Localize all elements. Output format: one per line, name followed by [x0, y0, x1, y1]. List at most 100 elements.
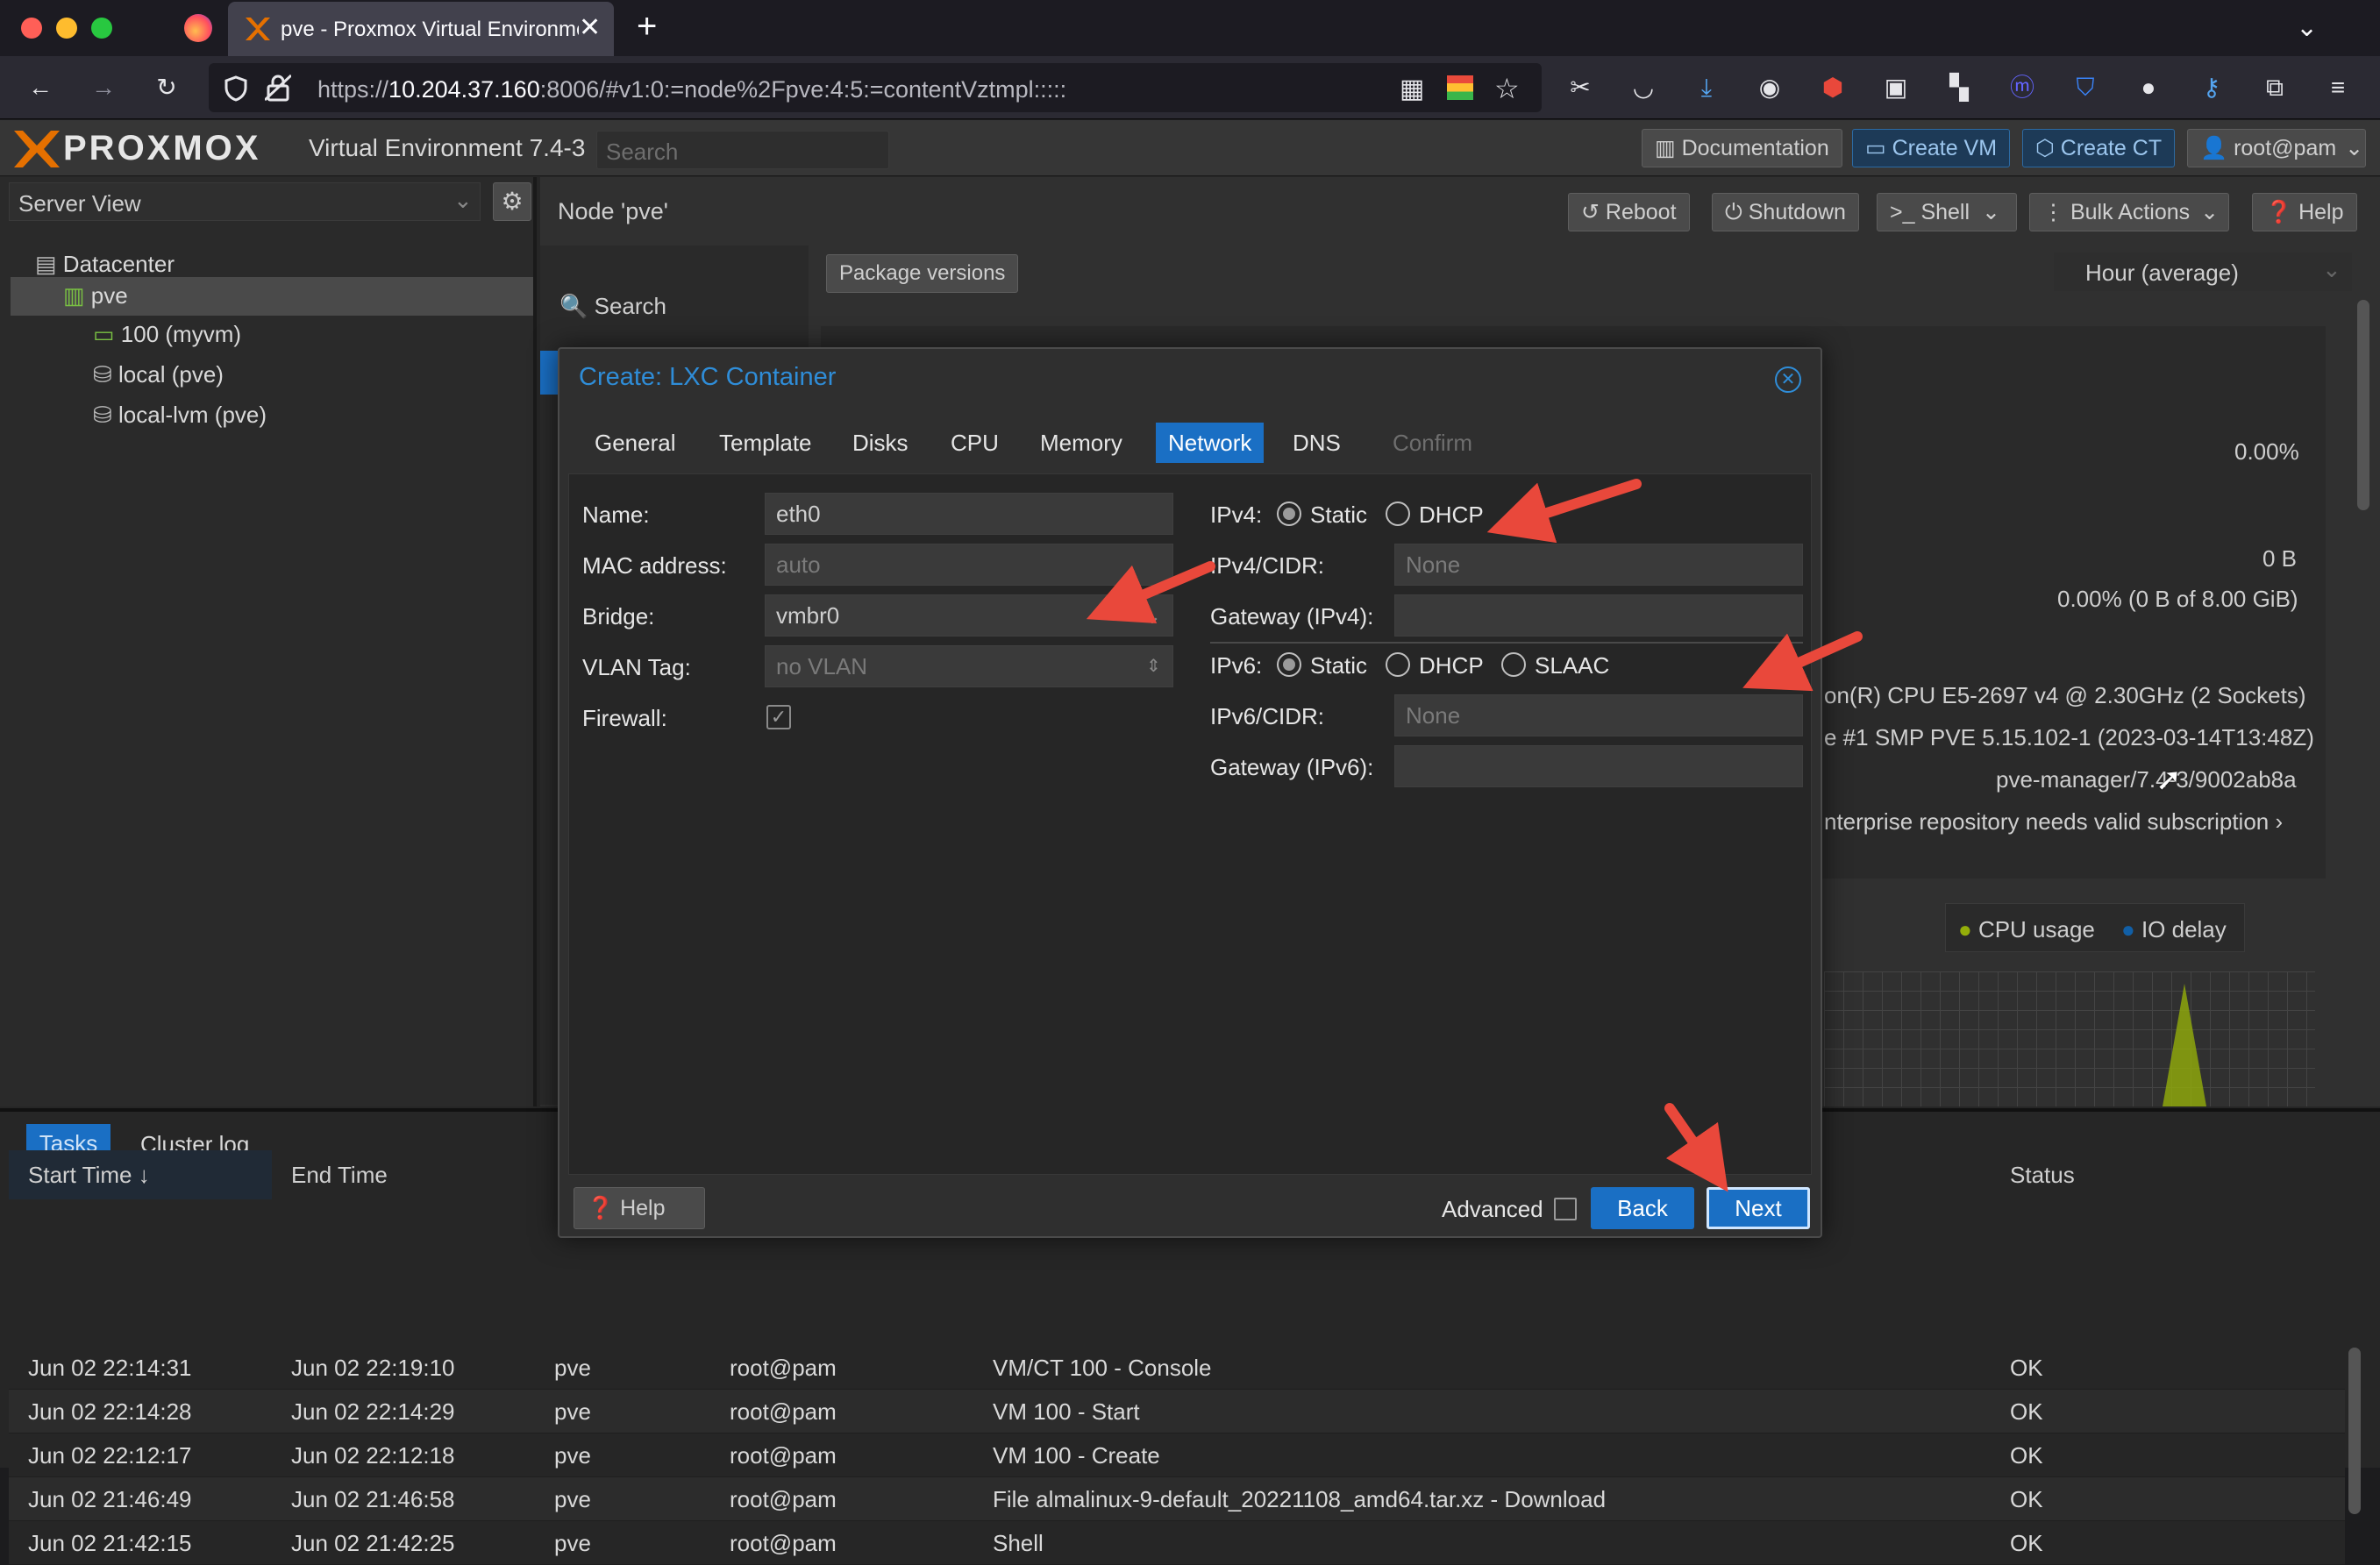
bitwarden-icon[interactable]: ⛉	[2071, 74, 2099, 102]
ipv6-dhcp-radio[interactable]	[1386, 652, 1410, 677]
col-start-time[interactable]: Start Time ↓	[28, 1150, 150, 1199]
extension-globe-icon[interactable]: ◉	[1756, 74, 1784, 102]
shutdown-button[interactable]: ⏻ Shutdown	[1712, 193, 1859, 231]
mastodon-icon[interactable]: ⓜ	[2008, 74, 2036, 102]
tab-confirm[interactable]: Confirm	[1380, 423, 1485, 463]
extensions-grid-icon[interactable]: ▦	[1400, 74, 1424, 104]
tab-disks[interactable]: Disks	[840, 423, 921, 463]
task-row[interactable]: Jun 02 22:14:31 Jun 02 22:19:10 pve root@pa…	[9, 1346, 2345, 1390]
create-ct-button[interactable]: ⬡ Create CT	[2022, 129, 2176, 167]
reader-stack-icon[interactable]	[1447, 75, 1473, 100]
maximize-window-icon[interactable]	[91, 18, 112, 39]
legend-cpu[interactable]: ● CPU usage	[1958, 916, 2095, 943]
firewall-checkbox[interactable]: ✓	[766, 705, 791, 729]
node-menu-search-label: Search	[594, 293, 666, 319]
legend-io[interactable]: ● IO delay	[2121, 916, 2227, 943]
task-row[interactable]: Jun 02 22:12:17 Jun 02 22:12:18 pve root@pa…	[9, 1433, 2345, 1477]
ipv4-static-radio[interactable]	[1277, 502, 1301, 526]
back-button[interactable]: Back	[1591, 1187, 1694, 1229]
ipv6-label: IPv6:	[1210, 652, 1263, 679]
tab-general[interactable]: General	[582, 423, 688, 463]
next-button[interactable]: Next	[1707, 1187, 1810, 1229]
ipv4-static-label: Static	[1310, 502, 1368, 528]
gateway-ipv6-input[interactable]	[1394, 745, 1803, 787]
name-input[interactable]: eth0	[765, 493, 1173, 535]
back-icon[interactable]: ←	[26, 74, 54, 102]
spinner-arrows-icon[interactable]: ⇕	[1146, 646, 1161, 686]
ublock-icon[interactable]: ⬢	[1819, 74, 1847, 102]
tab-network[interactable]: Network	[1156, 423, 1265, 463]
chevron-down-icon: ⌄	[2200, 200, 2220, 224]
extensions-puzzle-icon[interactable]: ⧉	[2261, 74, 2289, 102]
user-menu-button[interactable]: 👤 root@pam ⌄	[2187, 129, 2366, 167]
ipv4-cidr-input[interactable]: None	[1394, 544, 1803, 586]
task-row[interactable]: Jun 02 21:46:49 Jun 02 21:46:58 pve root@pa…	[9, 1477, 2345, 1521]
ipv6-static-radio[interactable]	[1277, 652, 1301, 677]
bridge-select[interactable]: vmbr0 ⌄	[765, 594, 1173, 637]
tab-dns[interactable]: DNS	[1280, 423, 1353, 463]
col-status[interactable]: Status	[2010, 1150, 2075, 1199]
menu-hamburger-icon[interactable]: ≡	[2324, 74, 2352, 102]
timeframe-select[interactable]: Hour (average) ⌄	[2054, 253, 2352, 291]
minimize-window-icon[interactable]	[56, 18, 77, 39]
reboot-icon: ↺	[1581, 200, 1606, 224]
gear-icon[interactable]: ⚙	[493, 182, 531, 221]
pocket-icon[interactable]: ◡	[1629, 74, 1657, 102]
close-tab-icon[interactable]: ✕	[579, 12, 601, 43]
lock-warning-icon[interactable]	[265, 74, 291, 102]
tree-item-pve[interactable]: ▥ pve	[63, 282, 128, 309]
repo-status[interactable]: nterprise repository needs valid subscri…	[1824, 808, 2283, 836]
extension-puzzle-grid-icon[interactable]: ▚	[1945, 74, 1973, 102]
help-button[interactable]: ❓ Help	[2252, 193, 2357, 231]
shield-icon[interactable]	[224, 75, 247, 102]
extension-image-icon[interactable]: ▣	[1882, 74, 1910, 102]
tree-item-local-lvm[interactable]: ⛁ local-lvm (pve)	[93, 402, 267, 429]
vlan-tag-spinner[interactable]: no VLAN ⇕	[765, 645, 1173, 687]
cpu-model-value: on(R) CPU E5-2697 v4 @ 2.30GHz (2 Socket…	[1824, 682, 2306, 708]
extension-chat-icon[interactable]: ●	[2134, 74, 2163, 102]
extension-key-icon[interactable]: ⚷	[2198, 74, 2226, 102]
tree-item-label: pve	[90, 282, 128, 309]
tab-cpu[interactable]: CPU	[938, 423, 1011, 463]
tree-item-datacenter[interactable]: ▤ Datacenter	[35, 251, 175, 278]
col-end-time[interactable]: End Time	[291, 1150, 388, 1199]
ipv6-slaac-radio[interactable]	[1501, 652, 1526, 677]
package-versions-button[interactable]: Package versions	[826, 254, 1019, 293]
new-tab-icon[interactable]: +	[637, 7, 657, 46]
bookmark-star-icon[interactable]: ☆	[1494, 72, 1520, 105]
reboot-button[interactable]: ↺ Reboot	[1568, 193, 1690, 231]
main-scrollbar[interactable]	[2357, 300, 2369, 510]
dialog-help-button[interactable]: ❓ Help	[574, 1187, 705, 1229]
create-vm-button[interactable]: ▭ Create VM	[1852, 129, 2011, 167]
forward-icon[interactable]: →	[89, 74, 118, 102]
list-tabs-icon[interactable]: ⌄	[2296, 12, 2318, 43]
tree-item-vm[interactable]: ▭ 100 (myvm)	[93, 321, 241, 348]
task-row[interactable]: Jun 02 21:42:15 Jun 02 21:42:25 pve root@pa…	[9, 1521, 2345, 1565]
view-selector[interactable]: Server View ⌄	[9, 182, 481, 221]
downloads-icon[interactable]: ⤓	[1692, 74, 1721, 102]
bridge-value: vmbr0	[776, 602, 840, 629]
ipv6-cidr-input[interactable]: None	[1394, 694, 1803, 736]
ipv4-dhcp-radio[interactable]	[1386, 502, 1410, 526]
advanced-checkbox[interactable]	[1554, 1198, 1577, 1220]
url-field[interactable]: https://10.204.37.160:8006/#v1:0:=node%2…	[209, 63, 1542, 112]
task-row[interactable]: Jun 02 22:14:28 Jun 02 22:14:29 pve root@pa…	[9, 1390, 2345, 1433]
close-window-icon[interactable]	[21, 18, 42, 39]
bulk-actions-button[interactable]: ⋮ Bulk Actions ⌄	[2029, 193, 2229, 231]
tab-template[interactable]: Template	[707, 423, 824, 463]
tree-item-local[interactable]: ⛁ local (pve)	[93, 361, 224, 388]
gateway-ipv4-input[interactable]	[1394, 594, 1803, 637]
global-search-input[interactable]: Search	[596, 131, 889, 169]
tree-item-label: local-lvm (pve)	[118, 402, 267, 428]
mac-address-input[interactable]: auto	[765, 544, 1173, 586]
browser-tab[interactable]: pve - Proxmox Virtual Environme ✕	[228, 2, 614, 56]
reload-icon[interactable]: ↻	[153, 74, 181, 102]
tab-memory[interactable]: Memory	[1028, 423, 1135, 463]
chevron-down-icon: ⌄	[1143, 602, 1162, 629]
shell-button[interactable]: >_ Shell ⌄	[1877, 193, 2017, 231]
close-icon[interactable]: ✕	[1775, 366, 1801, 393]
tasks-scrollbar[interactable]	[2348, 1348, 2361, 1514]
documentation-button[interactable]: ▥ Documentation	[1642, 129, 1842, 167]
node-menu-search[interactable]: 🔍 Search	[559, 293, 666, 320]
screenshot-icon[interactable]: ✂	[1566, 74, 1594, 102]
